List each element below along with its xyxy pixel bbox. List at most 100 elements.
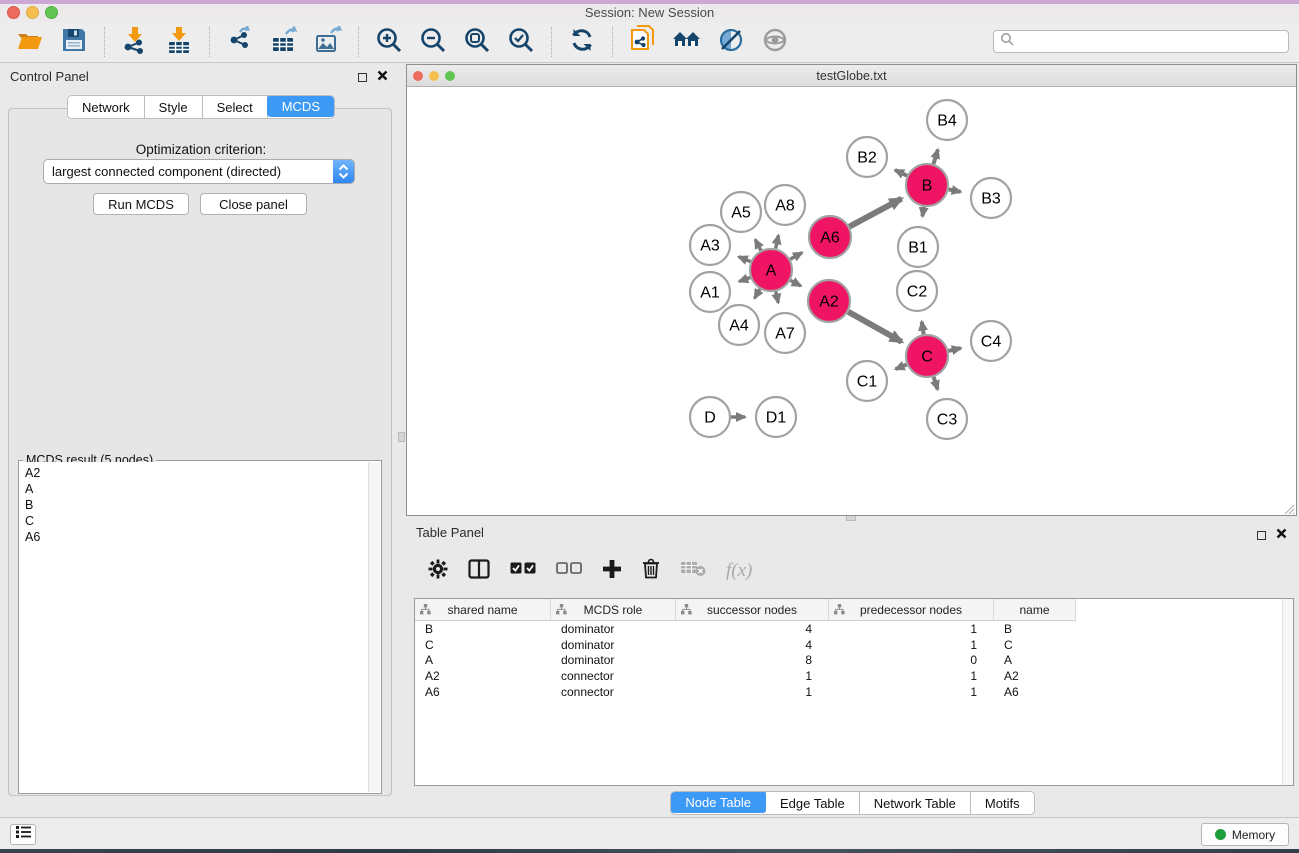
table-cell[interactable]: A2	[415, 669, 551, 683]
zoom-fit-button[interactable]	[461, 26, 493, 58]
table-row[interactable]: A6connector11A6	[415, 684, 1293, 700]
export-network-button[interactable]	[224, 26, 256, 58]
result-item[interactable]: A2	[25, 465, 363, 481]
graph-edge-B-B1[interactable]	[922, 207, 923, 217]
graph-node-C3[interactable]: C3	[927, 399, 967, 439]
table-cell[interactable]: connector	[551, 669, 676, 683]
graph-edge-B-B4[interactable]	[933, 150, 937, 164]
graph-node-D1[interactable]: D1	[756, 397, 796, 437]
export-image-button[interactable]	[312, 26, 344, 58]
table-cell[interactable]: C	[415, 638, 551, 652]
table-cell[interactable]: 1	[676, 669, 829, 683]
graph-node-B3[interactable]: B3	[971, 178, 1011, 218]
graph-node-A2[interactable]: A2	[808, 280, 850, 322]
result-item[interactable]: A	[25, 481, 363, 497]
export-table-button[interactable]	[268, 26, 300, 58]
graph-edge-C-C1[interactable]	[896, 364, 907, 369]
show-details-button[interactable]	[759, 26, 791, 58]
graph-node-B1[interactable]: B1	[898, 227, 938, 267]
add-column-button[interactable]	[602, 559, 622, 584]
delete-button[interactable]	[642, 558, 660, 584]
table-cell[interactable]: 1	[676, 685, 829, 699]
graph-node-A1[interactable]: A1	[690, 272, 730, 312]
graph-edge-C-C4[interactable]	[948, 348, 960, 351]
table-cell[interactable]: dominator	[551, 638, 676, 652]
zoom-out-button[interactable]	[417, 26, 449, 58]
tab-edge-table[interactable]: Edge Table	[766, 792, 860, 814]
home-views-button[interactable]	[671, 26, 703, 58]
graph-edge-A-A6[interactable]	[790, 253, 802, 260]
result-list-scrollbar[interactable]	[368, 462, 380, 792]
graph-node-C1[interactable]: C1	[847, 361, 887, 401]
graph-edge-B-B3[interactable]	[949, 189, 961, 191]
search-input[interactable]	[1018, 35, 1288, 49]
close-panel-button[interactable]: Close panel	[200, 193, 307, 215]
table-settings-button[interactable]	[428, 559, 448, 584]
table-cell[interactable]: 1	[829, 685, 994, 699]
graph-node-B2[interactable]: B2	[847, 137, 887, 177]
result-item[interactable]: A6	[25, 529, 363, 545]
vertical-splitter-grip[interactable]	[398, 432, 405, 442]
graph-edge-B-B2[interactable]	[895, 170, 907, 176]
criterion-dropdown[interactable]: largest connected component (directed)	[43, 159, 355, 184]
window-resize-grip[interactable]	[1283, 502, 1295, 514]
table-cell[interactable]: B	[994, 622, 1076, 636]
graph-edge-A-A7[interactable]	[776, 291, 779, 302]
column-header[interactable]: successor nodes	[676, 599, 829, 621]
refresh-button[interactable]	[566, 26, 598, 58]
delete-table-button[interactable]	[680, 560, 706, 582]
table-cell[interactable]: 4	[676, 638, 829, 652]
graph-node-A6[interactable]: A6	[809, 216, 851, 258]
table-cell[interactable]: dominator	[551, 622, 676, 636]
result-item[interactable]: B	[25, 497, 363, 513]
table-cell[interactable]: 1	[829, 669, 994, 683]
save-button[interactable]	[58, 26, 90, 58]
table-cell[interactable]: A2	[994, 669, 1076, 683]
graph-node-A[interactable]: A	[750, 249, 792, 291]
table-cell[interactable]: C	[994, 638, 1076, 652]
table-cell[interactable]: 4	[676, 622, 829, 636]
tab-mcds[interactable]: MCDS	[267, 95, 335, 117]
graph-node-C[interactable]: C	[906, 335, 948, 377]
graph-node-D[interactable]: D	[690, 397, 730, 437]
graph-edge-A-A2[interactable]	[790, 280, 800, 286]
float-table-panel-icon[interactable]	[1257, 531, 1266, 540]
table-cell[interactable]: 8	[676, 653, 829, 667]
task-history-button[interactable]	[10, 824, 36, 845]
float-panel-icon[interactable]	[358, 73, 367, 82]
graph-edge-A-A4[interactable]	[755, 289, 760, 298]
graph-node-A8[interactable]: A8	[765, 185, 805, 225]
table-row[interactable]: Cdominator41C	[415, 637, 1293, 653]
table-row[interactable]: Bdominator41B	[415, 621, 1293, 637]
tab-motifs[interactable]: Motifs	[971, 792, 1034, 814]
close-table-panel-icon[interactable]	[1276, 526, 1287, 544]
table-scrollbar[interactable]	[1282, 599, 1293, 785]
hide-details-button[interactable]	[715, 26, 747, 58]
zoom-selected-button[interactable]	[505, 26, 537, 58]
graph-node-B[interactable]: B	[906, 164, 948, 206]
select-all-button[interactable]	[510, 562, 536, 580]
deselect-all-button[interactable]	[556, 562, 582, 580]
table-cell[interactable]: 0	[829, 653, 994, 667]
graph-node-A3[interactable]: A3	[690, 225, 730, 265]
column-width-button[interactable]	[468, 559, 490, 584]
graph-edge-C-C3[interactable]	[934, 377, 938, 389]
import-table-button[interactable]	[163, 26, 195, 58]
tab-style[interactable]: Style	[145, 96, 203, 118]
graph-node-A7[interactable]: A7	[765, 313, 805, 353]
table-cell[interactable]: A6	[415, 685, 551, 699]
column-header[interactable]: predecessor nodes	[829, 599, 994, 621]
tab-select[interactable]: Select	[203, 96, 268, 118]
zoom-in-button[interactable]	[373, 26, 405, 58]
tab-network-table[interactable]: Network Table	[860, 792, 971, 814]
graph-node-C2[interactable]: C2	[897, 271, 937, 311]
graph-edge-C-C2[interactable]	[922, 322, 924, 335]
table-cell[interactable]: 1	[829, 638, 994, 652]
table-cell[interactable]: 1	[829, 622, 994, 636]
close-panel-icon[interactable]	[377, 68, 388, 86]
mcds-result-list[interactable]: A2ABCA6	[20, 462, 368, 792]
table-row[interactable]: Adominator80A	[415, 652, 1293, 668]
graph-node-C4[interactable]: C4	[971, 321, 1011, 361]
graph-edge-A-A8[interactable]	[776, 235, 779, 248]
network-canvas[interactable]: B4B2BB3A8A5A6A3B1AC2A1A2A4A7C4CC1C3DD1	[407, 87, 1296, 516]
